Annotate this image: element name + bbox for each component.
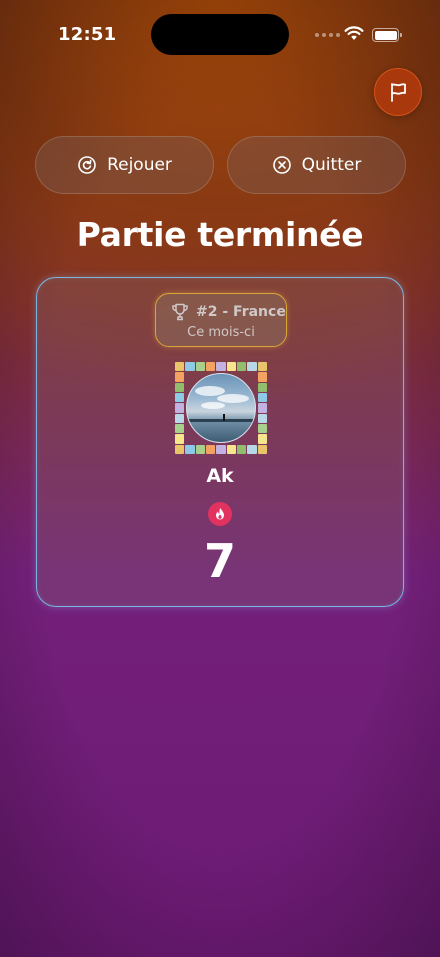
status-bar: 12:51	[0, 0, 440, 60]
avatar-frame-tile	[247, 434, 256, 443]
avatar-frame-tile	[257, 392, 267, 403]
replay-button[interactable]: Rejouer	[35, 136, 214, 194]
cellular-signal-icon	[315, 33, 340, 37]
avatar-frame-tile	[257, 413, 267, 423]
result-card: #2 - France Ce mois-ci Ak 7	[36, 277, 404, 607]
flame-icon	[208, 502, 232, 526]
trophy-icon	[172, 303, 188, 321]
rank-text: #2 - France	[196, 304, 286, 320]
avatar-frame-tile	[175, 434, 185, 444]
avatar-frame-tile	[205, 444, 216, 454]
dynamic-island	[151, 14, 289, 55]
avatar-frame-tile	[175, 403, 185, 413]
avatar-frame-tile	[175, 382, 185, 392]
flag-icon	[391, 83, 406, 102]
avatar-frame-tile	[236, 444, 247, 454]
avatar-frame-tile	[247, 444, 257, 454]
avatar-frame-tile	[175, 362, 185, 372]
status-time: 12:51	[58, 24, 117, 45]
replay-icon	[77, 155, 97, 175]
battery-icon	[372, 28, 402, 42]
avatar-frame-tile	[175, 444, 185, 454]
rank-period: Ce mois-ci	[187, 325, 255, 340]
avatar-frame-tile	[216, 444, 226, 454]
avatar-frame-tile	[205, 362, 216, 372]
avatar-frame-tile	[185, 362, 195, 372]
wifi-icon	[344, 26, 364, 40]
avatar-frame-tile	[175, 372, 185, 382]
player-name: Ak	[206, 465, 234, 487]
avatar-frame-tile	[175, 423, 185, 434]
avatar-frame-tile	[257, 434, 267, 444]
avatar-frame-tile	[247, 362, 257, 372]
avatar-frame-tile	[195, 444, 205, 454]
avatar-frame-tile	[236, 362, 247, 372]
quit-label: Quitter	[301, 155, 362, 175]
avatar-frame-tile	[257, 444, 267, 454]
avatar-frame-tile	[216, 362, 226, 372]
avatar-frame-tile	[195, 362, 205, 372]
avatar-frame-tile	[185, 444, 195, 454]
replay-label: Rejouer	[107, 155, 172, 175]
avatar-frame-tile	[175, 413, 185, 423]
page-title: Partie terminée	[76, 215, 364, 254]
avatar-frame-tile	[257, 362, 267, 372]
report-flag-button[interactable]	[374, 68, 422, 116]
avatar-frame-tile	[257, 382, 267, 392]
avatar-frame-tile	[185, 434, 194, 443]
avatar-frame-tile	[257, 423, 267, 434]
close-circle-icon	[272, 155, 292, 175]
avatar-frame-tile	[175, 392, 185, 403]
avatar-frame-tile	[257, 403, 267, 413]
avatar-frame-tile	[257, 372, 267, 382]
avatar-frame-tile	[226, 444, 236, 454]
score-value: 7	[203, 534, 236, 588]
avatar	[186, 373, 256, 443]
avatar-frame-tile	[247, 372, 256, 381]
rank-badge[interactable]: #2 - France Ce mois-ci	[155, 293, 287, 347]
avatar-frame-tile	[226, 362, 236, 372]
avatar-frame-tile	[185, 372, 194, 381]
quit-button[interactable]: Quitter	[227, 136, 406, 194]
